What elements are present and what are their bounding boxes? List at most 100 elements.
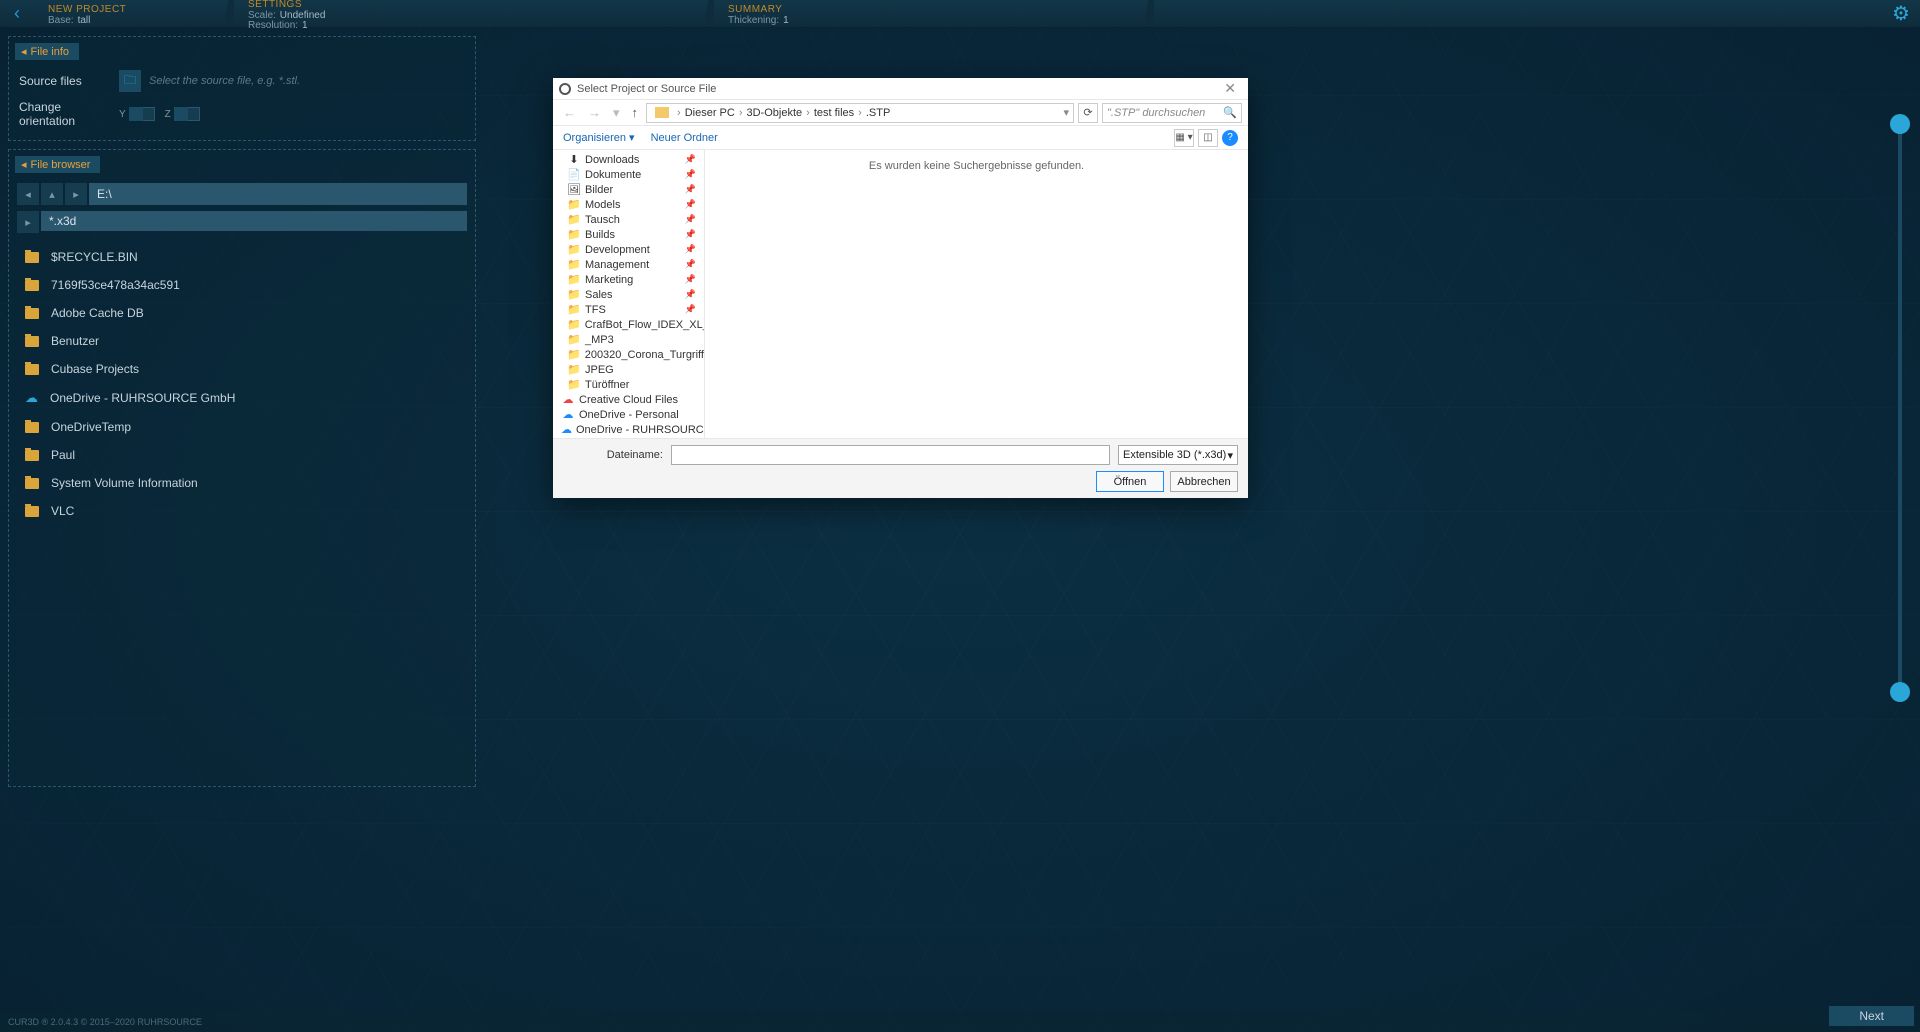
- tree-node-icon: 📁: [567, 273, 581, 286]
- file-item[interactable]: System Volume Information: [15, 469, 469, 497]
- tree-node[interactable]: 🖼Bilder📌: [553, 182, 704, 197]
- pin-icon: 📌: [685, 244, 700, 255]
- tree-node[interactable]: 📁JPEG: [553, 362, 704, 377]
- folder-icon: [25, 336, 39, 347]
- tree-node-icon: 📁: [567, 288, 581, 301]
- tab-settings[interactable]: SETTINGS Scale:Undefined Resolution:1: [234, 0, 714, 27]
- file-item[interactable]: Adobe Cache DB: [15, 299, 469, 327]
- tree-node-icon: 📁: [567, 378, 581, 391]
- filter-input[interactable]: [41, 211, 467, 231]
- pin-icon: 📌: [685, 229, 700, 240]
- nav-back-button[interactable]: ◂: [17, 183, 39, 205]
- breadcrumb[interactable]: › Dieser PC› 3D-Objekte› test files› .ST…: [646, 103, 1074, 123]
- settings-gear-icon[interactable]: ⚙: [1882, 0, 1920, 27]
- nav-up-button[interactable]: ▴: [41, 183, 63, 205]
- tree-node[interactable]: 📁Tausch📌: [553, 212, 704, 227]
- dlg-nav-recent[interactable]: ▾: [609, 105, 624, 121]
- folder-icon: [25, 422, 39, 433]
- dlg-newfolder-button[interactable]: Neuer Ordner: [651, 132, 718, 144]
- tree-node[interactable]: 📁TFS📌: [553, 302, 704, 317]
- tab-summary[interactable]: SUMMARY Thickening:1: [714, 0, 1154, 27]
- next-button[interactable]: Next: [1829, 1006, 1914, 1026]
- tree-node[interactable]: 📁Sales📌: [553, 287, 704, 302]
- dlg-content-area: Es wurden keine Suchergebnisse gefunden.: [705, 150, 1248, 438]
- cloud-icon: ☁: [25, 390, 38, 406]
- slider-handle-bottom[interactable]: [1890, 682, 1910, 702]
- tree-node[interactable]: ⬇Downloads📌: [553, 152, 704, 167]
- dlg-open-button[interactable]: Öffnen: [1096, 471, 1164, 492]
- zoom-slider[interactable]: [1898, 120, 1902, 692]
- tree-node-icon: ☁: [561, 393, 575, 406]
- dlg-preview-button[interactable]: ◫: [1198, 129, 1218, 147]
- folder-icon: [25, 364, 39, 375]
- panel-header-file-browser[interactable]: ◂ File browser: [15, 156, 100, 173]
- folder-icon: [25, 506, 39, 517]
- dialog-close-button[interactable]: ✕: [1218, 80, 1242, 97]
- pin-icon: 📌: [685, 259, 700, 270]
- orientation-y-toggle[interactable]: Y: [119, 107, 155, 121]
- tree-node[interactable]: 📁Development📌: [553, 242, 704, 257]
- tree-node[interactable]: 📁Management📌: [553, 257, 704, 272]
- file-item[interactable]: Paul: [15, 441, 469, 469]
- dlg-refresh-button[interactable]: ⟳: [1078, 103, 1098, 123]
- folder-icon: [25, 478, 39, 489]
- dlg-organize-button[interactable]: Organisieren ▾: [563, 131, 635, 144]
- collapse-arrow-icon: ◂: [21, 158, 27, 171]
- filename-input[interactable]: [671, 445, 1110, 465]
- file-item[interactable]: $RECYCLE.BIN: [15, 243, 469, 271]
- filetype-select[interactable]: Extensible 3D (*.x3d)▾: [1118, 445, 1238, 465]
- tree-node-icon: 📁: [567, 228, 581, 241]
- orientation-label: Change orientation: [19, 100, 119, 128]
- tree-node[interactable]: 📁Builds📌: [553, 227, 704, 242]
- dlg-nav-up[interactable]: ↑: [628, 105, 643, 120]
- dlg-cancel-button[interactable]: Abbrechen: [1170, 471, 1238, 492]
- filename-label: Dateiname:: [563, 449, 663, 461]
- back-button[interactable]: ‹: [0, 0, 34, 27]
- tree-node-icon: 📁: [567, 348, 581, 361]
- file-item[interactable]: OneDriveTemp: [15, 413, 469, 441]
- tree-node[interactable]: 📁_MP3: [553, 332, 704, 347]
- nav-fwd-button[interactable]: ▸: [65, 183, 87, 205]
- pin-icon: 📌: [685, 199, 700, 210]
- tree-node[interactable]: 📁CrafBot_Flow_IDEX_XL_AME📌: [553, 317, 704, 332]
- dlg-nav-back[interactable]: ←: [559, 105, 580, 120]
- pin-icon: 📌: [685, 169, 700, 180]
- panel-header-file-info[interactable]: ◂ File info: [15, 43, 79, 60]
- tree-node[interactable]: 📁Models📌: [553, 197, 704, 212]
- browse-source-button[interactable]: 🗀: [119, 70, 141, 92]
- tree-node[interactable]: 📁200320_Corona_Turgriffe: [553, 347, 704, 362]
- path-input[interactable]: [89, 183, 467, 205]
- tab-title: SUMMARY: [728, 4, 1134, 15]
- tree-node-icon: ⬇: [567, 153, 581, 166]
- dlg-view-button[interactable]: ▦ ▾: [1174, 129, 1194, 147]
- file-item[interactable]: VLC: [15, 497, 469, 525]
- folder-icon: [25, 450, 39, 461]
- slider-handle-top[interactable]: [1890, 114, 1910, 134]
- search-icon: 🔍: [1223, 106, 1237, 119]
- dlg-search-input[interactable]: ".STP" durchsuchen 🔍: [1102, 103, 1242, 123]
- file-item[interactable]: 7169f53ce478a34ac591: [15, 271, 469, 299]
- source-hint: Select the source file, e.g. *.stl.: [149, 75, 300, 87]
- tree-node-icon: 📁: [567, 363, 581, 376]
- tree-node[interactable]: ☁OneDrive - RUHRSOURCE GmbH: [553, 422, 704, 437]
- dialog-title: Select Project or Source File: [577, 83, 716, 95]
- file-item[interactable]: Benutzer: [15, 327, 469, 355]
- tree-node-icon: 📁: [567, 213, 581, 226]
- tree-node-icon: 📁: [567, 333, 581, 346]
- tab-new-project[interactable]: NEW PROJECT Base:tall: [34, 0, 234, 27]
- tree-node[interactable]: 📄Dokumente📌: [553, 167, 704, 182]
- tree-node[interactable]: ☁OneDrive - Personal: [553, 407, 704, 422]
- orientation-z-toggle[interactable]: Z: [165, 107, 200, 121]
- dlg-help-button[interactable]: ?: [1222, 130, 1238, 146]
- tree-node[interactable]: ☁Creative Cloud Files: [553, 392, 704, 407]
- tree-node-icon: ☁: [561, 408, 575, 421]
- tree-node[interactable]: 📁Marketing📌: [553, 272, 704, 287]
- panel-file-info: ◂ File info Source files 🗀 Select the so…: [8, 36, 476, 141]
- file-item[interactable]: Cubase Projects: [15, 355, 469, 383]
- tree-node[interactable]: 📁Türöffner: [553, 377, 704, 392]
- filter-go-button[interactable]: ▸: [17, 211, 39, 233]
- file-item[interactable]: ☁OneDrive - RUHRSOURCE GmbH: [15, 383, 469, 413]
- dlg-folder-tree[interactable]: ⬇Downloads📌📄Dokumente📌🖼Bilder📌📁Models📌📁T…: [553, 150, 705, 438]
- folder-icon: [25, 252, 39, 263]
- file-open-dialog: Select Project or Source File ✕ ← → ▾ ↑ …: [553, 78, 1248, 498]
